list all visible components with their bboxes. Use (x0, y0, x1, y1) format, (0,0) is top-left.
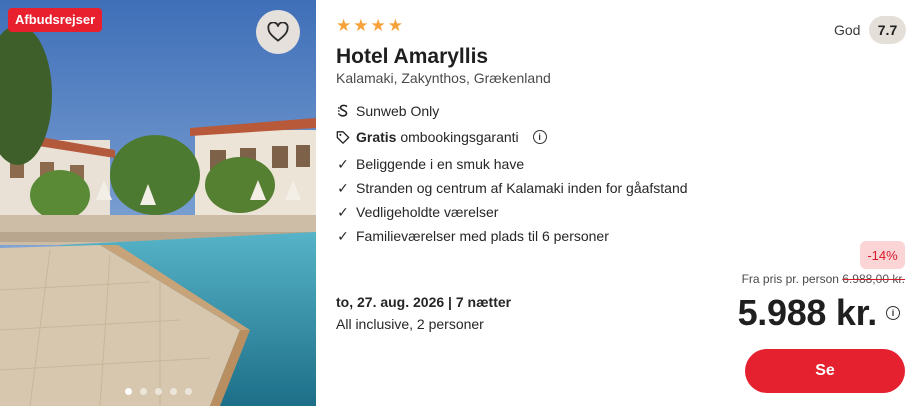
tag-icon (336, 129, 350, 145)
feature-label: Beliggende i en smuk have (356, 156, 525, 172)
feature-item: ✓ Familieværelser med plads til 6 persone… (336, 226, 609, 246)
deal-badge: Afbudsrejser (8, 8, 103, 32)
gallery-dot[interactable] (169, 388, 177, 395)
star-icon: ★ (370, 16, 386, 35)
check-icon: ✓ (337, 155, 349, 172)
price-info-icon[interactable]: i (886, 306, 900, 320)
hotel-name[interactable]: Hotel Amaryllis (336, 45, 488, 69)
hotel-stars: ★ ★ ★ ★ (336, 17, 403, 34)
gallery-dot[interactable] (184, 388, 192, 395)
gallery-dot[interactable] (124, 388, 132, 395)
hotel-location: Kalamaki, Zakynthos, Grækenland (336, 70, 551, 86)
hotel-photo[interactable]: Afbudsrejser (0, 0, 316, 406)
feature-item: ✓ Stranden og centrum af Kalamaki inden f… (336, 178, 688, 198)
gallery-dot[interactable] (154, 388, 162, 395)
gallery-dot[interactable] (139, 388, 147, 395)
old-price: 6.988,00 kr. (842, 272, 905, 286)
board-and-guests: All inclusive, 2 personer (336, 316, 484, 332)
info-icon[interactable]: i (532, 130, 547, 144)
rating-score: 7.7 (869, 16, 906, 44)
feature-item: ✓ Beliggende i en smuk have (336, 154, 524, 174)
see-offer-button[interactable]: Se (745, 349, 905, 393)
feature-label: Vedligeholdte værelser (356, 204, 499, 220)
guarantee-bold: Gratis (356, 129, 397, 145)
feature-label: Stranden og centrum af Kalamaki inden fo… (356, 180, 688, 196)
discount-badge: -14% (860, 241, 905, 269)
gallery-pagination (0, 388, 316, 395)
from-label: Fra pris pr. person (741, 272, 839, 286)
favorite-button[interactable] (256, 10, 300, 54)
check-icon: ✓ (337, 179, 349, 196)
star-icon: ★ (336, 16, 352, 35)
sunweb-logo-icon (336, 103, 350, 119)
rating-label: God (834, 22, 861, 38)
hotel-pool-image (0, 0, 316, 406)
feature-label: Sunweb Only (356, 103, 440, 119)
star-icon: ★ (387, 16, 403, 35)
feature-item: ✓ Vedligeholdte værelser (336, 202, 498, 222)
feature-sunweb-only: Sunweb Only (336, 101, 439, 121)
departure-date: to, 27. aug. 2026 | 7 nætter (336, 294, 512, 310)
check-icon: ✓ (337, 227, 349, 244)
price-from-line: Fra pris pr. person 6.988,00 kr. (742, 272, 905, 286)
check-icon: ✓ (337, 203, 349, 220)
feature-guarantee: Gratis ombookingsgaranti i (336, 127, 547, 147)
hotel-card[interactable]: Afbudsrejser ★ ★ ★ ★ Hotel Amaryllis Kalama… (0, 0, 921, 406)
star-icon: ★ (353, 16, 369, 35)
feature-label: Familieværelser med plads til 6 personer (356, 228, 609, 244)
current-price: 5.988 kr. (737, 292, 878, 333)
guarantee-text: ombookingsgaranti (400, 129, 519, 145)
heart-icon (267, 22, 289, 42)
